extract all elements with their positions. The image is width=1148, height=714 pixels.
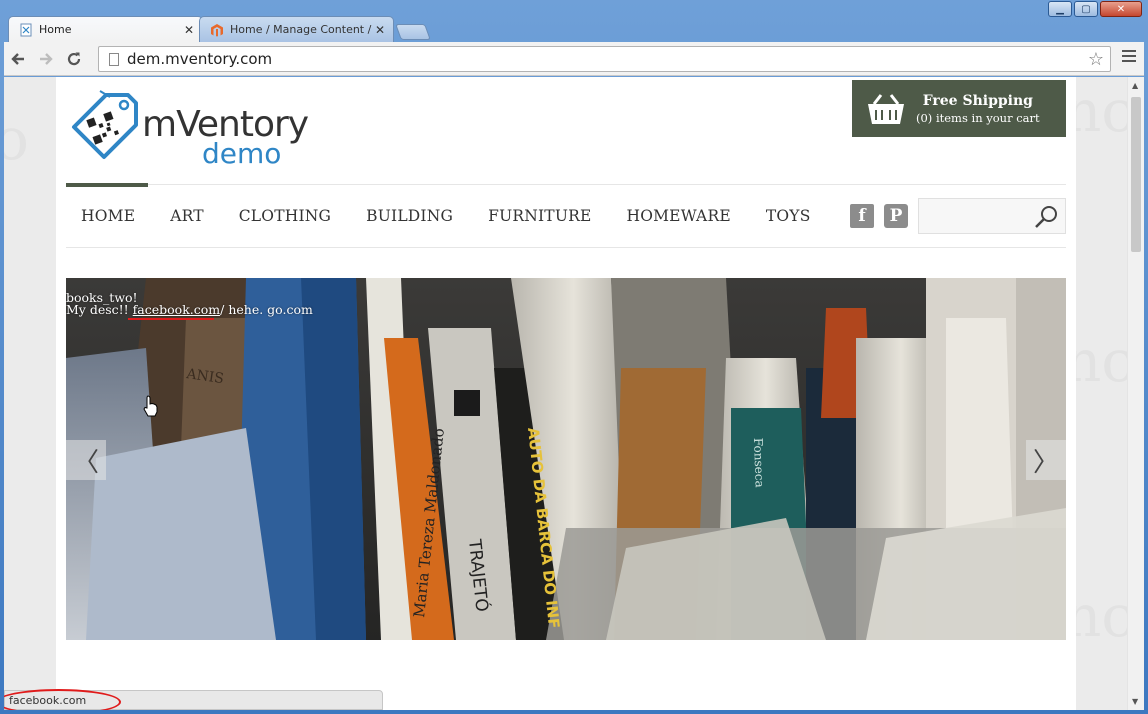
window-controls: ▁ ▢ ✕ (1048, 1, 1142, 17)
nav-item-furniture[interactable]: FURNITURE (488, 207, 591, 225)
nav-item-building[interactable]: BUILDING (366, 207, 453, 225)
search-box[interactable] (918, 198, 1066, 234)
close-tab-icon[interactable]: ✕ (373, 23, 387, 37)
slide-link[interactable]: facebook.com (133, 302, 220, 317)
star-icon[interactable]: ☆ (1088, 49, 1104, 70)
slide-description: My desc!! facebook.com/ hehe. go.com (66, 302, 313, 317)
tab-title: Home (39, 23, 72, 36)
page-icon (109, 52, 119, 66)
annotation-circle (4, 689, 121, 710)
scroll-up-arrow-icon[interactable]: ▲ (1132, 81, 1138, 90)
reload-icon (67, 52, 81, 65)
store-page: mVentory demo Free Shipping (0) items in… (56, 77, 1076, 710)
scroll-down-arrow-icon[interactable]: ▼ (1132, 697, 1138, 706)
close-window-button[interactable]: ✕ (1100, 1, 1142, 17)
hamburger-icon[interactable] (1122, 50, 1136, 65)
vertical-scrollbar[interactable]: ▲ ▼ (1127, 77, 1144, 710)
page-viewport: o nc nc nc mVentory demo Free Shipping (… (4, 77, 1144, 710)
hand-cursor-icon (143, 395, 158, 417)
cart-box[interactable]: Free Shipping (0) items in your cart (852, 80, 1066, 137)
nav-divider (66, 247, 1066, 248)
arrow-right-icon (40, 52, 53, 65)
nav-divider (66, 184, 1066, 185)
nav-item-art[interactable]: ART (170, 207, 204, 225)
scrollbar-thumb[interactable] (1131, 97, 1141, 252)
slider-next-button[interactable]: 〉 (1026, 440, 1066, 480)
pinterest-icon[interactable]: P (884, 204, 908, 228)
tab-home[interactable]: Home ✕ (8, 16, 203, 42)
nav-item-home[interactable]: HOME (81, 207, 135, 225)
hero-slider[interactable]: Maria Tereza Maldonado AUTO DA BARCA DO … (66, 278, 1066, 640)
nav-active-indicator (66, 183, 148, 187)
close-tab-icon[interactable]: ✕ (182, 23, 196, 37)
tab-strip: Home ✕ Home / Manage Content / Pa ✕ (8, 16, 431, 42)
maximize-button[interactable]: ▢ (1074, 1, 1098, 17)
facebook-icon[interactable]: f (850, 204, 874, 228)
annotation-underline (128, 318, 214, 320)
store-logo[interactable]: mVentory demo (66, 81, 309, 173)
reload-button[interactable] (60, 45, 88, 73)
svg-text:Fonseca: Fonseca (751, 438, 767, 488)
tab-manage-content[interactable]: Home / Manage Content / Pa ✕ (199, 16, 394, 42)
background-watermark: o (4, 105, 29, 173)
magento-icon (211, 23, 223, 37)
slide-caption: books_two! My desc!! facebook.com/ hehe.… (66, 291, 313, 317)
back-button[interactable] (4, 45, 32, 73)
cart-count-label: (0) items in your cart (916, 110, 1040, 125)
page-favicon-icon (20, 23, 32, 36)
arrow-left-icon (11, 52, 24, 65)
main-nav: HOME ART CLOTHING BUILDING FURNITURE HOM… (81, 207, 811, 225)
nav-item-toys[interactable]: TOYS (766, 207, 811, 225)
browser-window: ▁ ▢ ✕ Home ✕ Home / Manage Content / Pa … (0, 0, 1148, 714)
new-tab-button[interactable] (395, 24, 431, 40)
cart-text: Free Shipping (0) items in your cart (916, 93, 1040, 125)
nav-item-homeware[interactable]: HOMEWARE (626, 207, 730, 225)
browser-toolbar: dem.mventory.com ☆ (4, 42, 1144, 76)
forward-button[interactable] (32, 45, 60, 73)
logo-subtitle: demo (202, 137, 282, 170)
search-icon[interactable] (1033, 204, 1059, 230)
minimize-button[interactable]: ▁ (1048, 1, 1072, 17)
nav-item-clothing[interactable]: CLOTHING (239, 207, 331, 225)
qr-tag-logo-icon (72, 90, 138, 159)
basket-icon (868, 93, 904, 124)
books-photo: Maria Tereza Maldonado AUTO DA BARCA DO … (66, 278, 1066, 640)
slider-prev-button[interactable]: 〈 (66, 440, 106, 480)
address-bar[interactable]: dem.mventory.com ☆ (98, 46, 1111, 72)
url-text[interactable]: dem.mventory.com (127, 50, 272, 68)
tab-title: Home / Manage Content / Pa (230, 23, 373, 36)
free-shipping-label: Free Shipping (922, 92, 1033, 109)
